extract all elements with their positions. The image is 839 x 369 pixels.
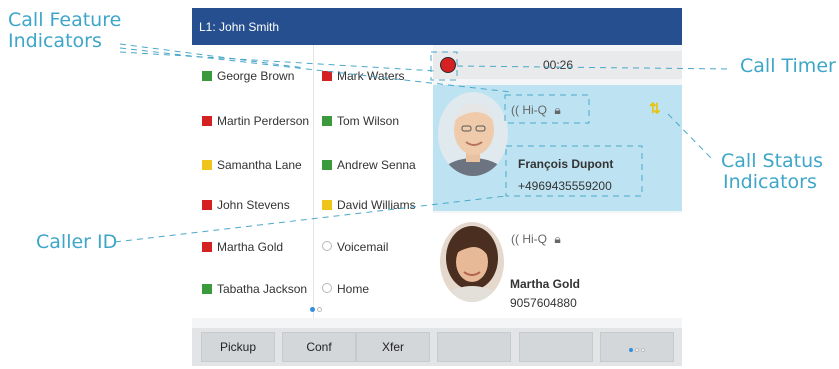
presence-indicator-icon (202, 242, 212, 252)
contact-name: John Stevens (217, 198, 290, 212)
presence-indicator-icon (202, 116, 212, 126)
caller-id-callout: Caller ID (36, 231, 118, 253)
woman-portrait-icon (440, 222, 504, 302)
empty-indicator-icon (322, 241, 332, 251)
hd-audio-indicator: (( Hi-Q 🔒︎ (511, 232, 561, 247)
contact-name: Martin Perderson (217, 114, 310, 128)
softkey-empty-1[interactable] (437, 332, 511, 362)
empty-indicator-icon (322, 283, 332, 293)
presence-indicator-icon (322, 160, 332, 170)
pickup-button[interactable]: Pickup (201, 332, 275, 362)
callout-label: Indicators (8, 30, 102, 52)
hd-audio-icon: (( (511, 103, 519, 117)
conference-button[interactable]: Conf (282, 332, 356, 362)
callout-label: Call Status (721, 150, 824, 172)
more-softkeys-button[interactable] (600, 332, 674, 362)
presence-indicator-icon (202, 200, 212, 210)
contact-name: Mark Waters (337, 69, 405, 83)
more-dots-icon (628, 334, 646, 362)
contact-name: George Brown (217, 69, 295, 83)
callout-label: Call Feature (8, 9, 122, 31)
contact-name: Tabatha Jackson (217, 282, 308, 296)
column-divider (313, 45, 314, 318)
callout-label: Indicators (723, 171, 817, 193)
call-status-bar: 00:26 (433, 51, 682, 79)
contact-name: David Williams (337, 198, 416, 212)
hd-audio-icon: (( (511, 232, 519, 246)
softkey-bar: Pickup Conf Xfer (192, 328, 682, 366)
recording-icon (440, 57, 456, 73)
caller-name: François Dupont (518, 157, 614, 171)
presence-indicator-icon (202, 71, 212, 81)
hd-audio-indicator: (( Hi-Q 🔒︎ (511, 103, 561, 118)
presence-indicator-icon (202, 160, 212, 170)
call-timer-callout: Call Timer (740, 55, 836, 77)
caller-number: 9057604880 (510, 296, 577, 310)
lock-icon: 🔒︎ (554, 232, 561, 246)
phone-screen: L1: John Smith George Brown Martin Perde… (192, 8, 682, 366)
contact-name: Tom Wilson (337, 114, 400, 128)
call-feature-indicators-callout: Call Feature Indicators (8, 10, 121, 52)
contact-name: Andrew Senna (337, 158, 416, 172)
page-indicator[interactable] (310, 307, 324, 313)
man-portrait-icon (438, 92, 508, 176)
line-title: L1: John Smith (199, 20, 280, 34)
contact-name: Samantha Lane (217, 158, 302, 172)
caller-name: Martha Gold (510, 277, 581, 291)
caller-photo-avatar (438, 92, 508, 176)
presence-indicator-icon (322, 71, 332, 81)
caller-number: +4969435559200 (518, 179, 612, 193)
contact-name: Voicemail (337, 240, 389, 254)
lock-icon: 🔒︎ (554, 103, 561, 117)
held-call-panel[interactable]: (( Hi-Q 🔒︎ Martha Gold 9057604880 (433, 213, 682, 318)
transfer-button[interactable]: Xfer (356, 332, 430, 362)
presence-indicator-icon (322, 116, 332, 126)
presence-indicator-icon (202, 284, 212, 294)
contact-name: Martha Gold (217, 240, 284, 254)
call-timer: 00:26 (543, 58, 574, 72)
call-direction-arrows-icon: ⇅ (649, 100, 661, 116)
page-dot (317, 307, 322, 312)
softkey-empty-2[interactable] (519, 332, 593, 362)
presence-indicator-icon (322, 200, 332, 210)
call-status-indicators-callout: Call Status Indicators (721, 151, 823, 193)
line-title-bar: L1: John Smith (192, 8, 682, 45)
page-dot-active (310, 307, 315, 312)
busy-lamp-field-list: George Brown Martin Perderson Samantha L… (192, 45, 433, 318)
hd-audio-label: Hi-Q (522, 232, 548, 246)
hd-audio-label: Hi-Q (522, 103, 548, 117)
contact-name: Home (337, 282, 370, 296)
caller-photo-avatar (440, 222, 504, 302)
active-call-panel[interactable]: (( Hi-Q 🔒︎ ⇅ François Dupont +4969435559… (433, 85, 682, 211)
